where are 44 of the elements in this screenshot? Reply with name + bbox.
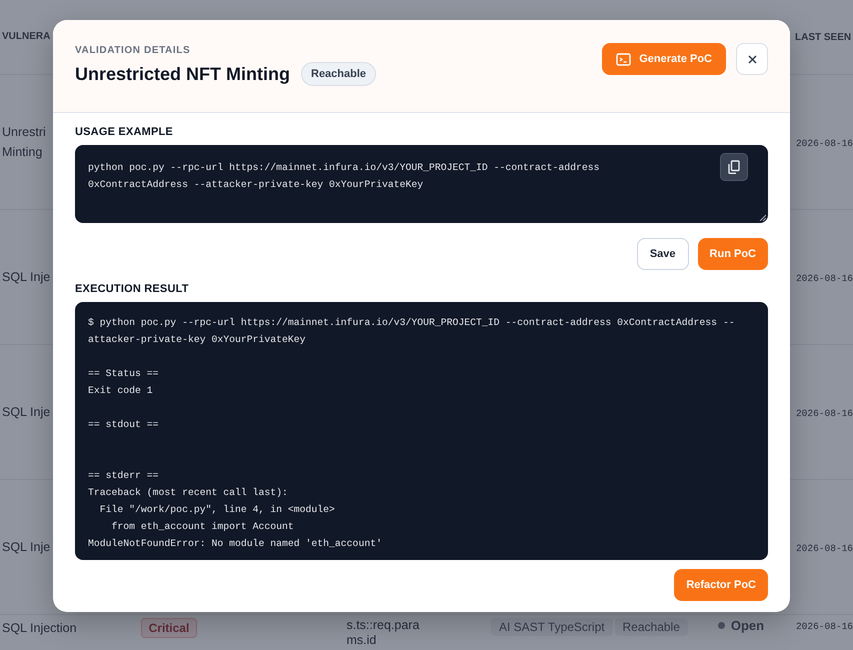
output-line: == stderr == xyxy=(88,470,159,481)
output-line: == Status == xyxy=(88,368,159,379)
table-cell-text: s.ts::req.params.id xyxy=(346,618,420,648)
output-line: $ python poc.py --rpc-url https://mainnet.infura.io/v3/YOUR_PROJECT_ID --contract-address 0xContractAddress -- xyxy=(88,317,735,328)
copy-icon xyxy=(728,160,740,174)
dialog-title: Unrestricted NFT Minting xyxy=(75,64,290,84)
tool-tag: AI SAST TypeScript xyxy=(490,618,613,636)
close-button[interactable] xyxy=(736,43,768,75)
section-label: USAGE EXAMPLE xyxy=(75,126,174,138)
code-text: python poc.py --rpc-url https://mainnet.infura.io/v3/YOUR_PROJECT_ID --contract-address 0xContractAddress --attacker-private-key 0xYourPrivateKey xyxy=(88,161,600,192)
terminal-icon xyxy=(616,52,632,66)
reachable-badge: Reachable xyxy=(301,62,376,86)
table-cell-text: SQL Injection xyxy=(2,620,77,637)
output-line: Traceback (most recent call last): xyxy=(88,487,288,498)
save-button[interactable]: Save xyxy=(636,238,689,270)
status-label: Open xyxy=(718,618,764,633)
table-cell-text: Unrestri Minting xyxy=(2,124,46,161)
generate-poc-button[interactable]: Generate PoC xyxy=(602,43,726,75)
table-cell-text: SQL Inje xyxy=(2,539,50,556)
column-header: LAST SEEN xyxy=(795,32,852,42)
column-header: VULNERA xyxy=(1,30,52,44)
severity-badge: Critical xyxy=(140,618,198,638)
output-line: == stdout == xyxy=(88,419,159,430)
output-line: attacker-private-key 0xYourPrivateKey xyxy=(88,334,306,345)
table-cell-text: SQL Inje xyxy=(2,269,50,286)
output-line: File "/work/poc.py", line 4, in <module> xyxy=(98,504,335,515)
table-cell-text: SQL Inje xyxy=(2,404,50,421)
table-cell: 2026-08-16 xyxy=(796,543,853,554)
run-button[interactable]: Run PoC xyxy=(698,238,768,270)
table-cell: 2026-08-16 xyxy=(796,408,853,419)
output-line: from eth_account import Account xyxy=(110,521,294,532)
code-editor[interactable]: python poc.py --rpc-url https://mainnet.infura.io/v3/YOUR_PROJECT_ID --contract-address 0xContractAddress --attacker-private-key 0xYourPrivateKey xyxy=(75,145,768,223)
refactor-button[interactable]: Refactor PoC xyxy=(674,569,768,601)
copy-button[interactable] xyxy=(720,153,748,181)
table-cell: 2026-08-16 xyxy=(796,138,853,149)
output-line: Exit code 1 xyxy=(88,385,153,396)
table-cell: 2026-08-16 xyxy=(796,273,853,284)
section-label: EXECUTION RESULT xyxy=(75,283,190,295)
reachability-tag: Reachable xyxy=(614,618,688,636)
output-line: ModuleNotFoundError: No module named 'eth_account' xyxy=(88,538,382,549)
section-label: VALIDATION DETAILS xyxy=(75,45,192,56)
resize-handle-icon[interactable] xyxy=(759,214,766,221)
table-cell: 2026-08-16 xyxy=(796,621,853,632)
close-icon xyxy=(748,54,756,64)
